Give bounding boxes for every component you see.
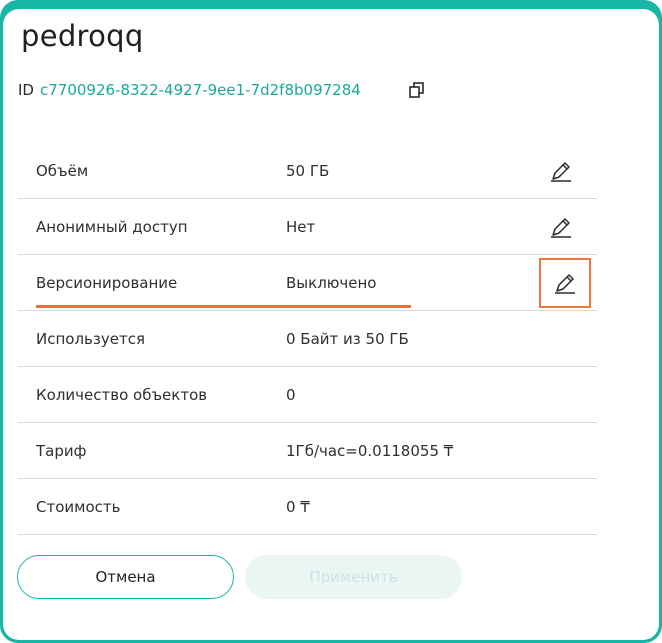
pencil-icon bbox=[551, 162, 571, 182]
edit-volume-button[interactable] bbox=[549, 159, 573, 183]
row-value: 0 bbox=[286, 386, 296, 404]
row-value: Нет bbox=[286, 218, 316, 236]
row-value: Выключено bbox=[286, 274, 377, 292]
row-tariff: Тариф 1Гб/час=0.0118055 ₸ bbox=[18, 423, 597, 479]
row-used: Используется 0 Байт из 50 ГБ bbox=[18, 311, 597, 367]
row-label: Версионирование bbox=[36, 274, 178, 292]
row-value: 50 ГБ bbox=[286, 162, 330, 180]
pencil-icon bbox=[551, 218, 571, 238]
row-object-count: Количество объектов 0 bbox=[18, 367, 597, 423]
pencil-icon bbox=[555, 274, 575, 294]
row-value: 0 ₸ bbox=[286, 498, 310, 516]
copy-icon[interactable] bbox=[407, 80, 427, 100]
id-label: ID bbox=[18, 81, 34, 99]
bucket-properties-table: Объём 50 ГБ Анонимный доступ Нет Версион… bbox=[18, 143, 597, 535]
row-value: 0 Байт из 50 ГБ bbox=[286, 330, 409, 348]
bucket-id-value: c7700926-8322-4927-9ee1-7d2f8b097284 bbox=[39, 81, 361, 99]
row-cost: Стоимость 0 ₸ bbox=[18, 479, 597, 535]
active-row-underline bbox=[36, 305, 411, 308]
row-label: Анонимный доступ bbox=[36, 218, 188, 236]
apply-button[interactable]: Применить bbox=[245, 555, 462, 599]
row-volume: Объём 50 ГБ bbox=[18, 143, 597, 199]
cancel-button[interactable]: Отмена bbox=[17, 555, 234, 599]
row-versioning: Версионирование Выключено bbox=[18, 255, 597, 311]
row-label: Используется bbox=[36, 330, 145, 348]
row-value: 1Гб/час=0.0118055 ₸ bbox=[286, 442, 454, 460]
bucket-title: pedroqq bbox=[21, 19, 144, 53]
edit-anonymous-access-button[interactable] bbox=[549, 215, 573, 239]
row-label: Тариф bbox=[36, 442, 87, 460]
row-label: Количество объектов bbox=[36, 386, 208, 404]
bucket-id-row: ID c7700926-8322-4927-9ee1-7d2f8b097284 bbox=[18, 81, 361, 99]
row-label: Стоимость bbox=[36, 498, 121, 516]
row-label: Объём bbox=[36, 162, 89, 180]
row-anonymous-access: Анонимный доступ Нет bbox=[18, 199, 597, 255]
edit-versioning-button[interactable] bbox=[539, 258, 591, 308]
